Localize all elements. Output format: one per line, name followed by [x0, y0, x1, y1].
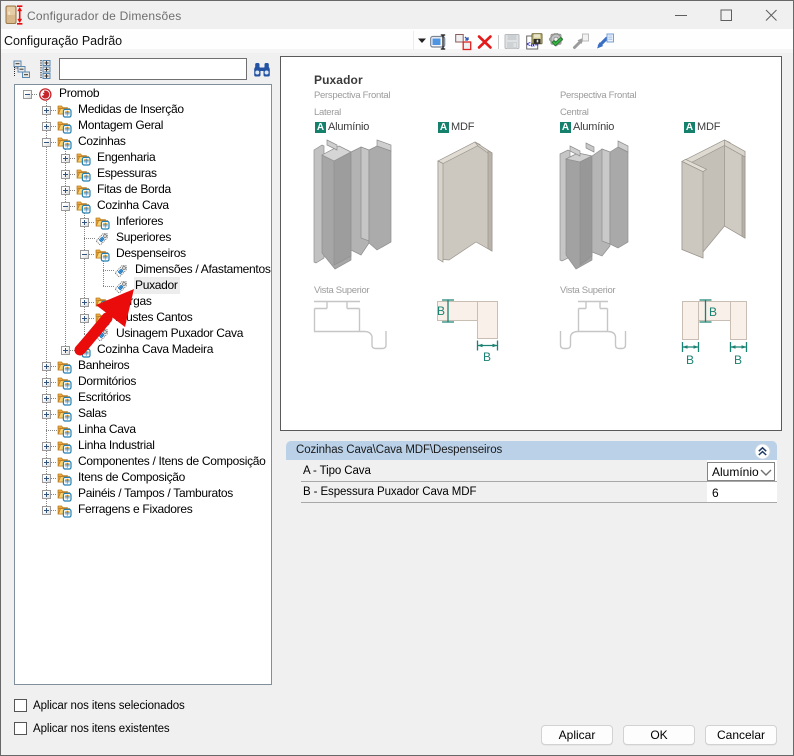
svg-text:B: B: [483, 350, 491, 364]
svg-text:B: B: [437, 304, 445, 318]
svg-text:B: B: [686, 353, 694, 367]
svg-text:B: B: [734, 353, 742, 367]
svg-text:B: B: [709, 305, 717, 319]
